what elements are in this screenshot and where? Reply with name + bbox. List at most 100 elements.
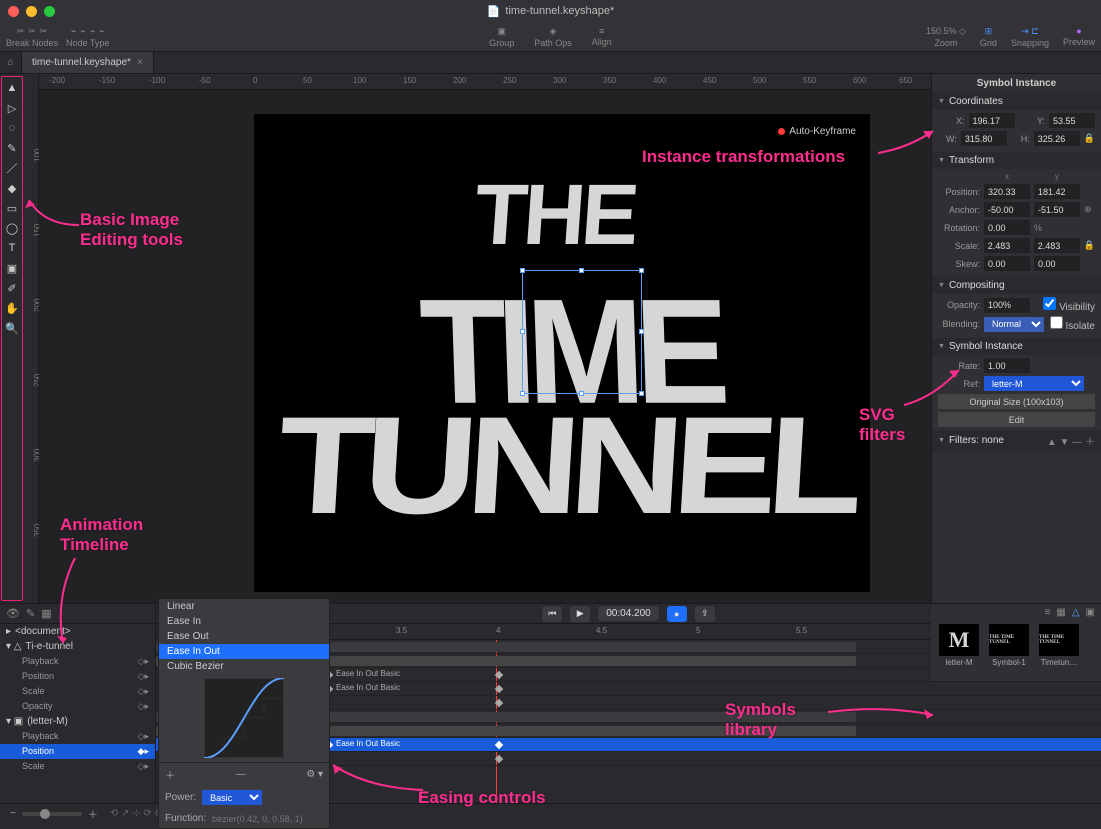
easing-opt-cubic[interactable]: Cubic Bezier [159,659,329,674]
anchor-reset-icon[interactable]: ⊕ [1084,204,1092,215]
filters-header[interactable]: Filters: none▲ ▼ — ＋ [932,430,1101,451]
auto-keyframe-toggle[interactable]: Auto-Keyframe [778,126,856,137]
scale-x[interactable] [984,238,1030,253]
coord-h[interactable] [1034,131,1080,146]
pos-y[interactable] [1034,184,1080,199]
zoom-tool[interactable]: 🔍 [4,321,20,335]
path-ops-button[interactable]: ◈Path Ops [534,26,572,48]
easing-opt-easein[interactable]: Ease In [159,614,329,629]
tree-prop-scale2[interactable]: Scale◇▸ [0,759,155,774]
group-button[interactable]: ▣Group [489,26,514,48]
ref-select[interactable]: letter-M [984,376,1084,391]
tree-prop-playback2[interactable]: Playback◇▸ [0,729,155,744]
pos-x[interactable] [984,184,1030,199]
rate-input[interactable] [984,358,1030,373]
skew-x[interactable] [984,256,1030,271]
ellipse-tool[interactable]: ◯ [4,221,20,235]
edit-column-icon[interactable]: ✎ [26,607,35,620]
anchor-y[interactable] [1034,202,1080,217]
isolate-check[interactable] [1050,316,1063,329]
tree-prop-scale[interactable]: Scale◇▸ [0,684,155,699]
easing-opt-easeinout[interactable]: Ease In Out [159,644,329,659]
selection-box[interactable] [522,270,642,394]
maximize-window[interactable] [44,6,55,17]
close-window[interactable] [8,6,19,17]
coord-w[interactable] [961,131,1007,146]
easing-opt-easeout[interactable]: Ease Out [159,629,329,644]
symbol-item-letterm[interactable]: Mletter-M [937,624,981,667]
symbol-item-timetun[interactable]: THE TIME TUNNELTimetun… [1037,624,1081,667]
tree-prop-position[interactable]: Position◇▸ [0,669,155,684]
annotation-timeline: Animation Timeline [60,515,143,554]
transform-header[interactable]: Transform [932,152,1101,169]
visibility-check[interactable] [1043,297,1056,310]
canvas[interactable]: Auto-Keyframe THE TIME TUNNEL [39,90,931,603]
lasso-tool[interactable]: ◌ [4,121,20,135]
minimize-window[interactable] [26,6,37,17]
zoom-out-icon[interactable]: − [10,808,16,819]
node-type-label: Node Type [66,38,109,48]
zoom-control[interactable]: 150.5% ◇Zoom [926,26,966,48]
coord-x[interactable] [969,113,1015,128]
skew-y[interactable] [1034,256,1080,271]
zoom-slider[interactable] [22,812,82,816]
easing-settings-icon[interactable]: ⚙ ▾ [306,769,323,780]
symbol-item-1[interactable]: THE TIME TUNNELSymbol-1 [987,624,1031,667]
function-label: Function: [165,813,206,824]
fill-tool[interactable]: ◆ [4,181,20,195]
break-nodes-group[interactable]: ✂✂✂ Break Nodes [6,26,58,48]
hand-tool[interactable]: ✋ [4,301,20,315]
eyedropper-tool[interactable]: ✐ [4,281,20,295]
rewind-button[interactable]: ⏮ [542,606,562,622]
symbols-grid-icon[interactable]: ▦ [1056,607,1065,618]
scale-lock-icon[interactable]: 🔒 [1084,240,1095,251]
snapping-button[interactable]: ⇥ ⊏Snapping [1011,26,1049,48]
export-button[interactable]: ⇪ [695,606,715,622]
time-display[interactable]: 00:04.200 [598,606,659,621]
text-tool[interactable]: T [4,241,20,255]
easing-opt-linear[interactable]: Linear [159,599,329,614]
direct-select-tool[interactable]: ▷ [4,101,20,115]
artboard[interactable]: Auto-Keyframe THE TIME TUNNEL [254,114,870,592]
opacity-input[interactable] [984,298,1030,313]
play-button[interactable]: ▶ [570,606,590,622]
power-select[interactable]: Basic [202,790,262,805]
preview-button[interactable]: ●Preview [1063,26,1095,47]
document-tab[interactable]: time-tunnel.keyshape* × [22,52,154,73]
tree-prop-opacity[interactable]: Opacity◇▸ [0,699,155,714]
easing-graph[interactable] [204,678,284,758]
coord-y[interactable] [1049,113,1095,128]
image-tool[interactable]: ▣ [4,261,20,275]
grid-button[interactable]: ⊞Grid [980,26,997,48]
close-tab-icon[interactable]: × [137,57,143,68]
zoom-in-icon[interactable]: ＋ [88,806,98,821]
add-easing-icon[interactable]: ＋ [165,767,175,782]
lock-icon[interactable]: 🔒 [1084,133,1095,144]
symbols-thumb-icon[interactable]: ▣ [1086,607,1095,618]
blending-select[interactable]: Normal [984,317,1044,332]
home-tab[interactable]: ⌂ [0,52,22,73]
remove-easing-icon[interactable]: — [236,769,246,780]
node-type-group[interactable]: ⌁⌁⌁⌁ Node Type [66,26,109,48]
symbols-active-icon[interactable]: △ [1072,607,1080,618]
tree-prop-playback[interactable]: Playback◇▸ [0,654,155,669]
coordinates-header[interactable]: Coordinates [932,93,1101,110]
pencil-tool[interactable]: ／ [4,161,20,175]
scale-y[interactable] [1034,238,1080,253]
compositing-header[interactable]: Compositing [932,277,1101,294]
visibility-column-icon[interactable]: 👁 [6,607,20,620]
select-tool[interactable]: ▲ [4,81,20,95]
ruler-tick: 350 [603,76,616,85]
symbols-list-icon[interactable]: ≡ [1045,607,1051,618]
rect-tool[interactable]: ▭ [4,201,20,215]
anchor-x[interactable] [984,202,1030,217]
edit-symbol-button[interactable]: Edit [938,412,1095,427]
tree-item-letterm[interactable]: ▾ ▣ (letter-M) [0,714,155,729]
align-button[interactable]: ≡Align [592,26,612,48]
tree-prop-position2[interactable]: Position◆▸ [0,744,155,759]
symbol-instance-header[interactable]: Symbol Instance [932,338,1101,355]
rotation[interactable] [984,220,1030,235]
pen-tool[interactable]: ✎ [4,141,20,155]
ruler-tick: 50 [303,76,312,85]
record-button[interactable]: ● [667,606,687,622]
